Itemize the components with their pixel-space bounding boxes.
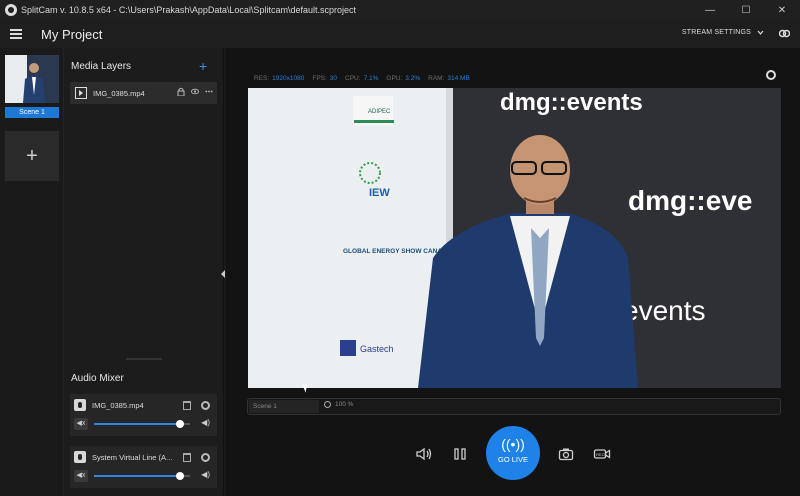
scene-preview-image	[5, 55, 59, 103]
backdrop-dmg-events-mid: dmg::eve	[628, 185, 752, 216]
microphone-icon	[74, 451, 86, 463]
pause-icon	[454, 448, 466, 460]
audio-channel: System Virtual Line (A... ◀x ◀)	[70, 446, 217, 488]
backdrop-dmg-events-top: dmg::events	[500, 89, 643, 116]
speaker-icon	[416, 447, 432, 461]
app-header: My Project STREAM SETTINGS	[0, 20, 800, 48]
stat-ram: RAM: 314 MB	[428, 75, 470, 82]
audio-channel-name: IMG_0385.mp4	[92, 400, 144, 410]
go-live-label: GO LIVE	[497, 455, 528, 464]
trash-icon[interactable]	[183, 400, 191, 410]
layers-panel: Media Layers + IMG_0385.mp4 Audio Mixer …	[64, 48, 224, 496]
volume-slider-knob[interactable]	[176, 420, 185, 428]
camera-icon	[558, 448, 574, 461]
mute-toggle-button[interactable]: ◀x	[74, 470, 88, 482]
zoom-control[interactable]: 100 %	[324, 401, 353, 408]
stat-fps: FPS: 30	[312, 75, 338, 82]
microphone-icon	[74, 399, 86, 411]
logo-iew: IEW	[369, 187, 390, 199]
trash-icon[interactable]	[183, 452, 191, 462]
add-scene-button[interactable]: +	[5, 131, 59, 181]
volume-slider[interactable]	[94, 420, 190, 428]
add-layer-button[interactable]: +	[199, 58, 207, 74]
scene-info-bar: Scene 1 100 %	[247, 398, 781, 415]
collapse-panel-handle[interactable]	[221, 270, 225, 278]
mute-toggle-button[interactable]: ◀x	[74, 418, 88, 430]
audio-channel: IMG_0385.mp4 ◀x ◀)	[70, 394, 217, 436]
stream-settings-label: STREAM SETTINGS	[681, 29, 751, 36]
preview-frame: ADIPEC IEW GLOBAL ENERGY SHOW CANADA Gas…	[248, 88, 781, 388]
scene-thumbnail[interactable]	[5, 55, 59, 103]
chevron-down-icon	[757, 30, 764, 35]
media-layers-title: Media Layers	[71, 61, 132, 72]
maximize-button[interactable]: ☐	[728, 0, 764, 20]
performance-stats: RES: 1920x1080 FPS: 30 CPU: 7.1% GPU: 3.2% R…	[254, 75, 470, 82]
snapshot-button[interactable]	[556, 446, 576, 462]
audio-channel-name: System Virtual Line (A...	[92, 452, 173, 462]
stat-gpu: GPU: 3.2%	[386, 75, 421, 82]
stat-cpu: CPU: 7.1%	[345, 75, 379, 82]
visibility-eye-icon[interactable]	[191, 87, 199, 96]
gear-icon[interactable]	[201, 452, 210, 462]
backdrop-events-low: events	[623, 295, 706, 326]
volume-slider[interactable]	[94, 472, 190, 480]
lock-icon[interactable]	[177, 87, 185, 96]
main-area: RES: 1920x1080 FPS: 30 CPU: 7.1% GPU: 3.2% R…	[226, 48, 800, 496]
brightness-sun-icon[interactable]	[766, 70, 776, 80]
link-icon[interactable]	[779, 29, 790, 38]
close-button[interactable]: ✕	[764, 0, 800, 20]
project-title: My Project	[41, 26, 103, 42]
playback-controls: ((•)) GO LIVE REC	[226, 426, 800, 486]
panel-splitter-handle[interactable]	[126, 358, 162, 360]
speaker-icon: ◀)	[201, 470, 210, 479]
volume-slider-fill	[94, 423, 181, 425]
volume-slider-knob[interactable]	[176, 472, 185, 480]
splitcam-logo-icon	[5, 4, 17, 16]
layer-item[interactable]: IMG_0385.mp4	[70, 82, 217, 104]
zoom-icon	[324, 401, 331, 408]
record-video-icon: REC	[593, 449, 611, 459]
audio-mixer-title: Audio Mixer	[71, 373, 124, 384]
broadcast-icon: ((•))	[501, 436, 525, 452]
scene-name-field[interactable]: Scene 1	[249, 400, 319, 413]
pause-button[interactable]	[450, 446, 470, 462]
speaker-icon: ◀)	[201, 418, 210, 427]
person-head	[510, 135, 570, 205]
gear-icon[interactable]	[201, 400, 210, 410]
stat-res: RES: 1920x1080	[254, 75, 305, 82]
record-button[interactable]: REC	[592, 446, 612, 462]
video-preview[interactable]: ADIPEC IEW GLOBAL ENERGY SHOW CANADA Gas…	[248, 88, 781, 388]
minimize-button[interactable]: —	[692, 0, 728, 20]
svg-text:REC: REC	[596, 452, 605, 457]
volume-button[interactable]	[414, 446, 434, 462]
layer-name: IMG_0385.mp4	[93, 88, 145, 98]
scenes-panel: Scene 1 +	[0, 48, 64, 496]
scene-label[interactable]: Scene 1	[5, 107, 59, 118]
window-title: SplitCam v. 10.8.5 x64 - C:\Users\Prakas…	[21, 5, 356, 15]
stream-settings-button[interactable]: STREAM SETTINGS	[682, 29, 764, 36]
logo-adipec: ADIPEC	[368, 109, 391, 115]
go-live-button[interactable]: ((•)) GO LIVE	[486, 426, 540, 480]
logo-gastech: Gastech	[360, 344, 394, 354]
logo-global-energy: GLOBAL ENERGY SHOW CANADA	[343, 248, 452, 255]
zoom-value: 100 %	[335, 401, 354, 408]
title-bar: SplitCam v. 10.8.5 x64 - C:\Users\Prakas…	[0, 0, 800, 20]
volume-slider-fill	[94, 475, 181, 477]
video-file-icon	[75, 87, 87, 99]
more-options-icon[interactable]	[205, 87, 213, 96]
menu-icon[interactable]	[10, 29, 24, 39]
